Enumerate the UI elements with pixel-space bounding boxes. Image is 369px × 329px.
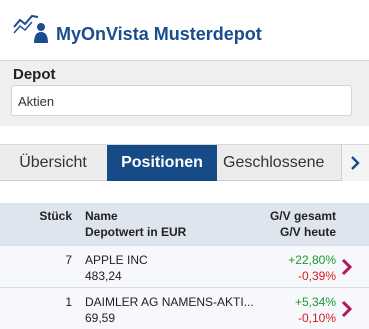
col-value: Depotwert in EUR — [85, 225, 187, 239]
col-gv-today: G/V heute — [279, 225, 336, 239]
tab-geschlossene[interactable]: Geschlossene — [223, 145, 341, 181]
tab-uebersicht[interactable]: Übersicht — [0, 145, 106, 181]
position-name: APPLE INC — [85, 253, 148, 267]
chart-user-icon — [13, 14, 48, 43]
position-gv-total: +22,80% — [288, 253, 336, 267]
chevron-right-icon — [351, 156, 360, 170]
position-row[interactable]: 1 DAIMLER AG NAMENS-AKTI... 69,59 +5,34%… — [0, 287, 369, 329]
positions-list: Stück Name Depotwert in EUR G/V gesamt G… — [0, 181, 369, 329]
position-name: DAIMLER AG NAMENS-AKTI... — [85, 295, 254, 309]
position-gv-today: -0,10% — [297, 311, 336, 325]
position-gv-today: -0,39% — [297, 269, 336, 283]
depot-label: Depot — [13, 66, 56, 83]
position-qty: 1 — [65, 295, 72, 309]
position-qty: 7 — [65, 253, 72, 267]
position-row[interactable]: 7 APPLE INC 483,24 +22,80% -0,39% — [0, 245, 369, 287]
chevron-right-icon[interactable] — [341, 300, 353, 318]
position-value: 483,24 — [85, 269, 122, 283]
position-value: 69,59 — [85, 311, 116, 325]
column-header: Stück Name Depotwert in EUR G/V gesamt G… — [0, 203, 369, 245]
tab-next-button[interactable] — [341, 145, 369, 181]
app-header: MyOnVista Musterdepot — [0, 0, 369, 60]
app-title: MyOnVista Musterdepot — [56, 24, 262, 44]
depot-select[interactable]: Aktien — [11, 85, 352, 116]
tab-positionen[interactable]: Positionen — [107, 145, 217, 189]
position-gv-total: +5,34% — [294, 295, 336, 309]
col-qty: Stück — [39, 209, 72, 223]
tab-bar: Übersicht Positionen Geschlossene — [0, 144, 369, 189]
col-name: Name — [85, 209, 118, 223]
depot-select-value: Aktien — [18, 94, 55, 109]
chevron-right-icon[interactable] — [341, 258, 353, 276]
col-gv-total: G/V gesamt — [269, 209, 336, 223]
spacer — [0, 126, 369, 144]
depot-panel: Depot Aktien — [0, 61, 369, 126]
